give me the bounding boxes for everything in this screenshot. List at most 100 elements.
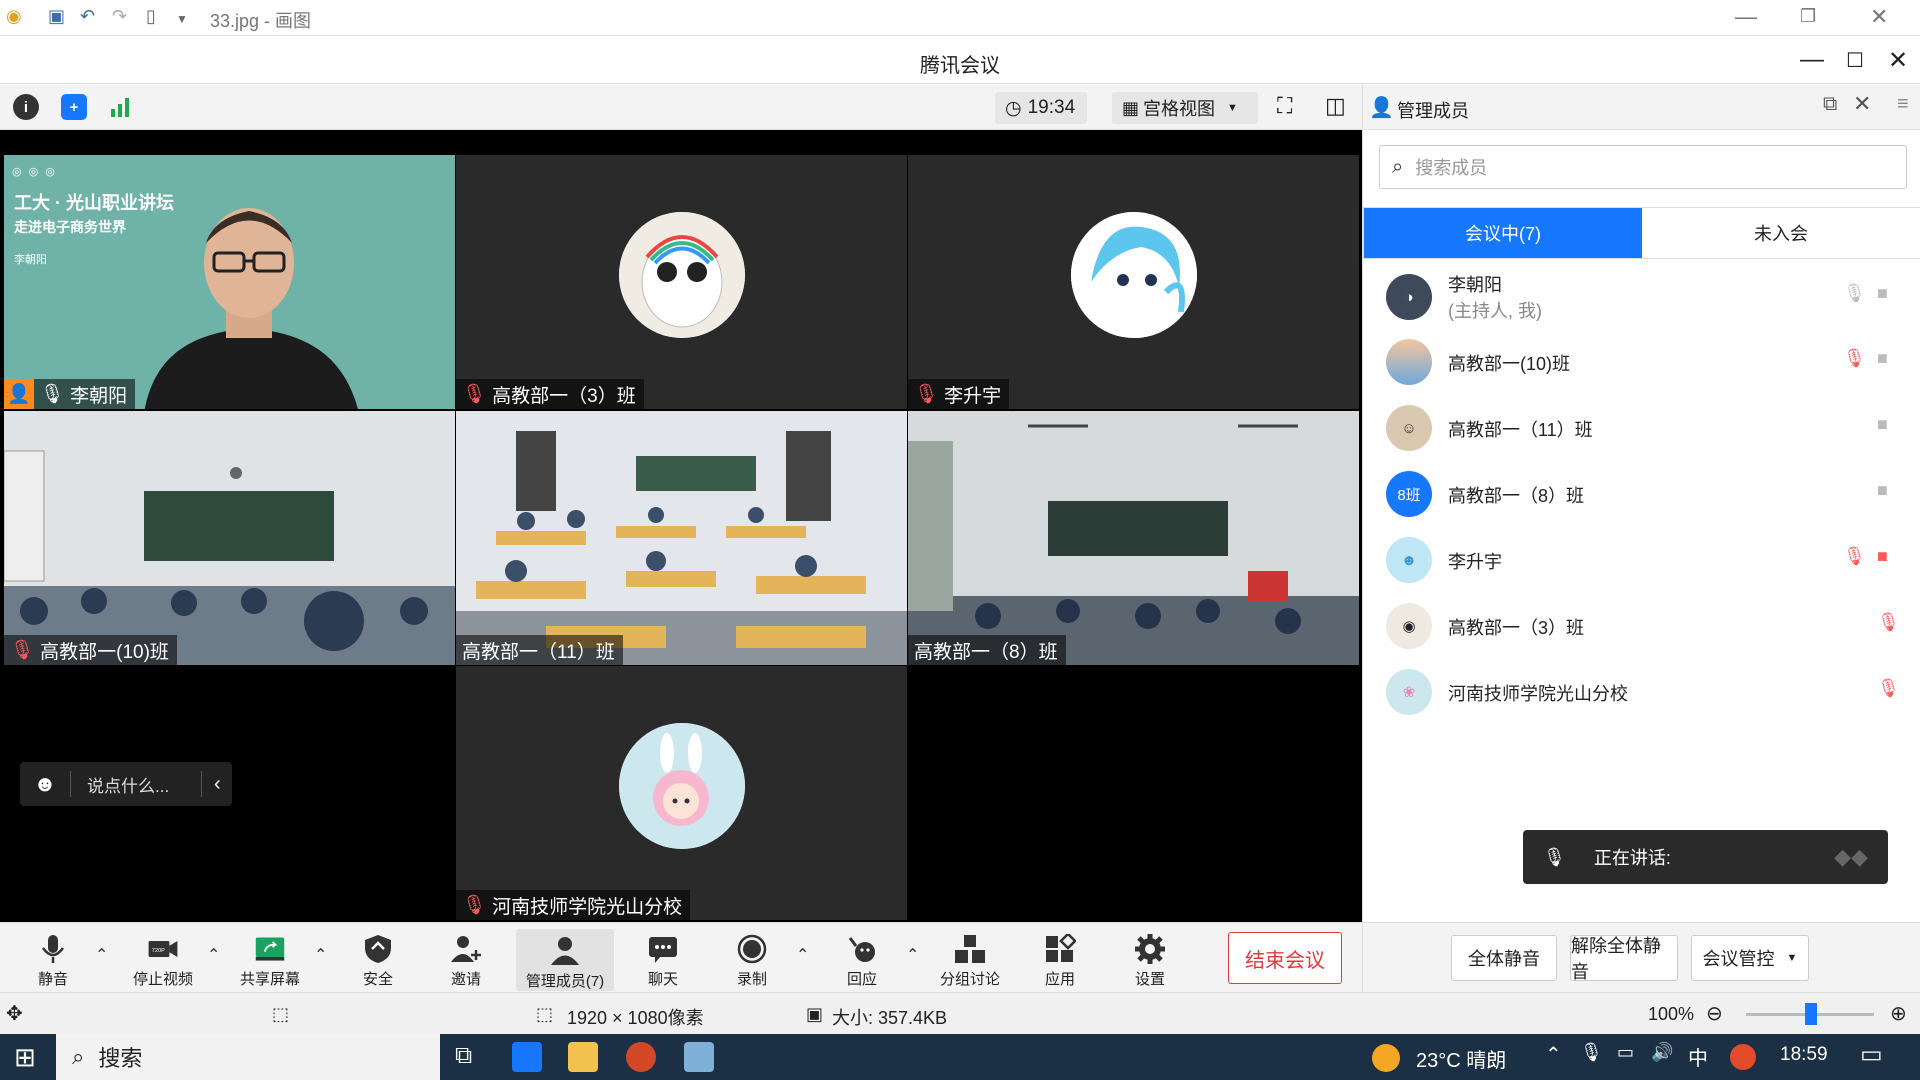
mute-button[interactable]: 静音 — [13, 929, 93, 989]
volume-icon[interactable]: 🔊 — [1651, 1042, 1673, 1063]
windows-start-icon[interactable]: ⊞ — [14, 1042, 36, 1073]
reaction-label: 回应 — [846, 971, 877, 988]
unmute-all-button[interactable]: 解除全体静音 — [1570, 935, 1678, 982]
video-tile[interactable]: 高教部一（11）班 — [456, 411, 907, 665]
mic-icon: 🎙 — [40, 384, 65, 405]
reaction-button[interactable]: 回应 — [822, 929, 902, 989]
security-button[interactable]: 安全 — [338, 929, 418, 989]
invite-button[interactable]: 邀请 — [426, 929, 506, 989]
reaction-options-caret[interactable]: ⌃ — [906, 945, 919, 965]
fullscreen-icon[interactable]: ⛶ — [1277, 93, 1292, 119]
mic-muted-icon: 🎙 — [462, 384, 487, 405]
customize-quick-access-icon[interactable]: ▼ — [176, 12, 188, 26]
shield-icon[interactable]: + — [61, 94, 87, 120]
mute-label: 静音 — [37, 971, 68, 988]
save-icon[interactable]: ▣ — [48, 6, 65, 27]
minimize-icon[interactable]: — — [1735, 4, 1757, 30]
video-tile[interactable]: 🎙 高教部一（3）班 — [456, 155, 907, 409]
sidebar-toggle-icon[interactable]: ◫ — [1325, 93, 1346, 119]
paint-taskbar-icon[interactable] — [684, 1042, 714, 1072]
tencent-meeting-taskbar-icon[interactable] — [512, 1042, 542, 1072]
mic-icon[interactable]: 🎙 — [1843, 283, 1866, 305]
member-row[interactable]: 高教部一(10)班 🎙 ■ — [1363, 328, 1920, 394]
tab-in-meeting[interactable]: 会议中(7) — [1364, 208, 1642, 258]
paint-app-icon: ◉ — [6, 6, 22, 26]
video-tile[interactable]: 🎙 李升宇 — [908, 155, 1359, 409]
zoom-out-icon[interactable]: ⊖ — [1706, 1001, 1723, 1026]
clock-time[interactable]: 18:59 — [1780, 1044, 1828, 1066]
zoom-in-icon[interactable]: ⊕ — [1890, 1001, 1907, 1026]
member-row[interactable]: ☻ 李升宇 🎙 ■ — [1363, 526, 1920, 592]
share-options-caret[interactable]: ⌃ — [314, 945, 327, 965]
notification-icon[interactable]: ▭ — [1860, 1040, 1883, 1069]
manage-members-button[interactable]: 管理成员(7) — [516, 929, 614, 991]
speaker-shape-icon: ◆◆ — [1834, 844, 1868, 869]
tray-chevron-icon[interactable]: ⌃ — [1545, 1042, 1562, 1067]
mic-muted-icon[interactable]: 🎙 — [1877, 678, 1900, 700]
mic-muted-icon[interactable]: 🎙 — [1843, 546, 1866, 568]
quick-chat-input[interactable]: ☻ 说点什么... ‹ — [20, 762, 232, 806]
collapse-chevron-icon[interactable]: ‹ — [202, 773, 221, 796]
share-screen-icon — [255, 937, 285, 961]
meeting-control-dropdown[interactable]: 会议管控 ▼ — [1691, 935, 1809, 981]
meeting-close-icon[interactable]: ✕ — [1888, 46, 1908, 75]
record-button[interactable]: 录制 — [712, 929, 792, 989]
camera-icon[interactable]: ■ — [1877, 348, 1899, 370]
mute-all-button[interactable]: 全体静音 — [1451, 935, 1557, 981]
zoom-slider-thumb[interactable] — [1805, 1003, 1817, 1025]
video-tile[interactable]: 🎙 高教部一(10)班 — [4, 411, 455, 665]
mute-options-caret[interactable]: ⌃ — [95, 945, 108, 965]
apps-button[interactable]: 应用 — [1020, 929, 1100, 989]
sogou-ime-icon[interactable] — [1730, 1044, 1756, 1070]
chat-button[interactable]: 聊天 — [623, 929, 703, 989]
signal-icon[interactable] — [108, 94, 134, 120]
camera-icon[interactable]: ■ — [1877, 283, 1899, 305]
mic-muted-icon[interactable]: 🎙 — [1877, 612, 1900, 634]
undo-icon[interactable]: ↶ — [80, 6, 95, 27]
menu-icon[interactable]: ≡ — [1897, 93, 1909, 116]
tab-not-joined[interactable]: 未入会 — [1642, 208, 1920, 258]
panel-close-icon[interactable]: ✕ — [1853, 91, 1871, 117]
member-row[interactable]: 8班 高教部一（8）班 ■ — [1363, 460, 1920, 526]
taskbar-search[interactable]: ⌕ 搜索 — [56, 1034, 440, 1080]
video-tile[interactable]: 🎙 河南技师学院光山分校 — [456, 666, 907, 920]
view-mode-dropdown[interactable]: ▦ 宫格视图 ▼ — [1112, 92, 1258, 124]
tray-mic-icon[interactable]: 🎙 — [1580, 1042, 1603, 1063]
breakout-button[interactable]: 分组讨论 — [930, 929, 1010, 989]
share-screen-button[interactable]: 共享屏幕 — [230, 929, 310, 989]
end-meeting-button[interactable]: 结束会议 — [1228, 932, 1342, 984]
restore-icon[interactable]: ❐ — [1800, 6, 1816, 27]
close-icon[interactable]: ✕ — [1870, 4, 1888, 30]
settings-button[interactable]: 设置 — [1110, 929, 1190, 989]
camera-icon[interactable]: ■ — [1877, 480, 1899, 502]
member-row[interactable]: ❀ 河南技师学院光山分校 🎙 — [1363, 658, 1920, 724]
camera-icon[interactable]: ■ — [1877, 414, 1899, 436]
stop-video-button[interactable]: 720P 停止视频 — [122, 929, 204, 989]
record-options-caret[interactable]: ⌃ — [796, 945, 809, 965]
member-row[interactable]: ☺ 高教部一（11）班 ■ — [1363, 394, 1920, 460]
selection-icon: ⬚ — [272, 1004, 290, 1024]
battery-icon[interactable]: ▭ — [1617, 1042, 1634, 1063]
view-mode-label: 宫格视图 — [1143, 99, 1216, 119]
task-view-icon[interactable]: ⧉ — [455, 1042, 472, 1070]
redo-icon[interactable]: ↷ — [112, 6, 127, 27]
mic-muted-icon[interactable]: 🎙 — [1843, 348, 1866, 370]
breakout-label: 分组讨论 — [939, 971, 1000, 988]
popout-icon[interactable]: ⧉ — [1823, 93, 1837, 116]
camera-off-icon[interactable]: ■ — [1877, 546, 1899, 568]
meeting-maximize-icon[interactable]: ☐ — [1846, 48, 1864, 73]
video-tile[interactable]: ◎ ◎ ◎ 工大 · 光山职业讲坛 走进电子商务世界 李朝阳 👤 🎙 李朝阳 — [4, 155, 455, 409]
video-quality-badge: 720P — [152, 948, 165, 954]
member-search-input[interactable]: ⌕ 搜索成员 — [1379, 145, 1907, 189]
emoji-icon[interactable]: ☻ — [20, 771, 70, 797]
powerpoint-icon[interactable] — [626, 1042, 656, 1072]
meeting-minimize-icon[interactable]: — — [1800, 46, 1824, 74]
file-explorer-icon[interactable] — [568, 1042, 598, 1072]
ime-indicator[interactable]: 中 — [1688, 1042, 1708, 1071]
member-row[interactable]: ◑ 李朝阳 (主持人, 我) 🎙 ■ — [1363, 263, 1920, 329]
new-file-icon[interactable]: ▯ — [146, 6, 156, 27]
video-tile[interactable]: 高教部一（8）班 — [908, 411, 1359, 665]
info-icon[interactable]: i — [13, 94, 39, 120]
video-options-caret[interactable]: ⌃ — [207, 945, 220, 965]
member-row[interactable]: ◉ 高教部一（3）班 🎙 — [1363, 592, 1920, 658]
